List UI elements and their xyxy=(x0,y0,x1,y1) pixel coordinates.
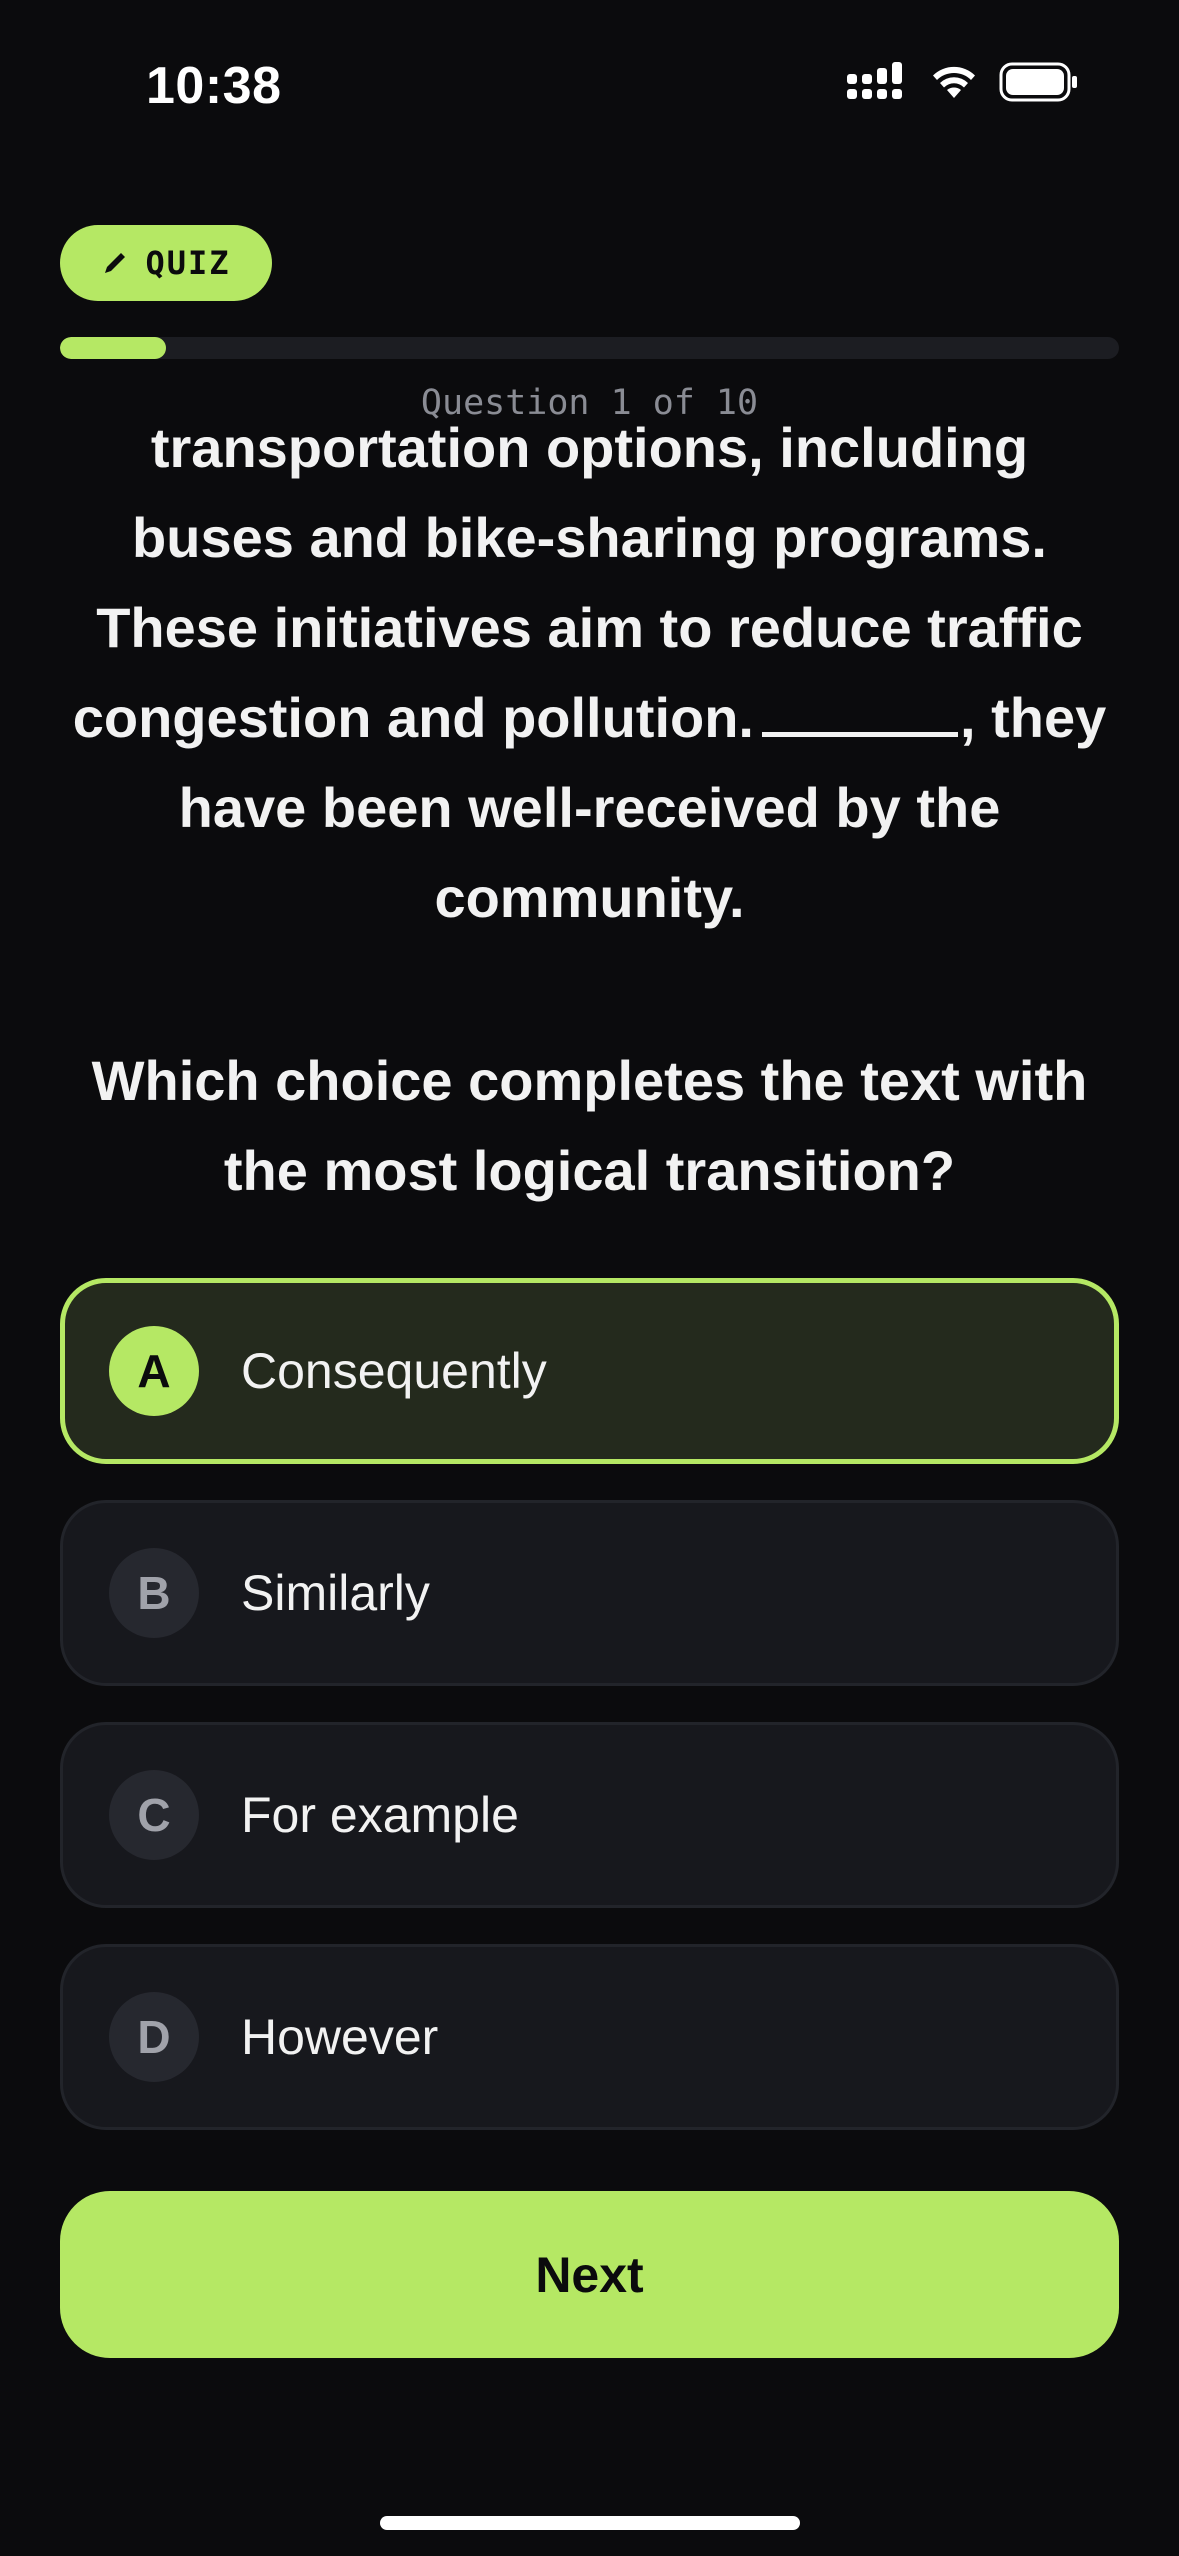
progress-label: Question 1 of 10 xyxy=(420,383,759,423)
option-b[interactable]: B Similarly xyxy=(60,1500,1119,1686)
pencil-icon xyxy=(105,253,126,273)
status-time: 10:38 xyxy=(146,57,282,115)
option-label: For example xyxy=(241,1787,519,1843)
option-letter-badge: D xyxy=(109,1992,199,2082)
option-a[interactable]: A Consequently xyxy=(60,1278,1119,1464)
progress-fill xyxy=(60,337,166,359)
passage-text: transportation options, including buses … xyxy=(70,403,1109,943)
battery-icon xyxy=(999,62,1077,102)
quiz-badge-label: QUIZ xyxy=(145,244,231,282)
option-letter-badge: A xyxy=(109,1326,199,1416)
next-button[interactable]: Next xyxy=(60,2191,1119,2358)
option-letter-badge: C xyxy=(109,1770,199,1860)
cellular-signal-icon xyxy=(847,62,902,99)
home-indicator[interactable] xyxy=(380,2516,800,2530)
option-d[interactable]: D However xyxy=(60,1944,1119,2130)
option-c[interactable]: C For example xyxy=(60,1722,1119,1908)
option-label: Consequently xyxy=(241,1343,547,1399)
answer-options: A Consequently B Similarly C For example… xyxy=(60,1278,1119,2166)
question-prompt: Which choice completes the text with the… xyxy=(91,1049,1088,1202)
status-icons xyxy=(847,62,1079,102)
option-label: However xyxy=(241,2009,439,2065)
wifi-icon xyxy=(933,66,975,98)
answer-blank xyxy=(762,692,958,737)
status-bar: 10:38 xyxy=(0,0,1179,170)
option-label: Similarly xyxy=(241,1565,430,1621)
progress-bar xyxy=(60,337,1119,359)
option-letter-badge: B xyxy=(109,1548,199,1638)
quiz-badge: QUIZ xyxy=(60,225,272,301)
